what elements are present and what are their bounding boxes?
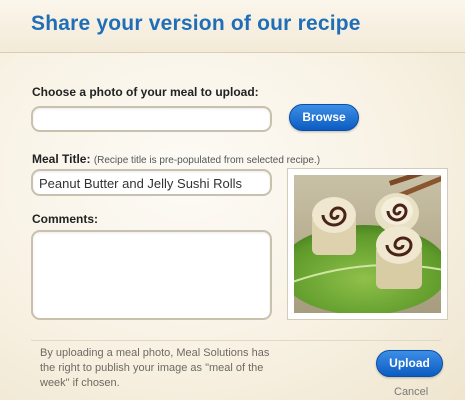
meal-photo xyxy=(294,175,441,313)
upload-button[interactable]: Upload xyxy=(376,350,443,377)
comments-textarea[interactable] xyxy=(31,230,272,320)
browse-button[interactable]: Browse xyxy=(289,104,359,131)
footer-divider xyxy=(31,340,441,341)
upload-label: Choose a photo of your meal to upload: xyxy=(32,85,259,99)
comments-label: Comments: xyxy=(32,212,99,226)
file-path-input[interactable] xyxy=(31,106,272,132)
cancel-link[interactable]: Cancel xyxy=(394,386,428,398)
meal-photo-image xyxy=(294,175,441,313)
photo-preview-frame xyxy=(287,168,448,320)
meal-title-label: Meal Title: (Recipe title is pre-populat… xyxy=(32,152,320,166)
dialog-header: Share your version of our recipe xyxy=(0,0,465,53)
meal-title-value: Peanut Butter and Jelly Sushi Rolls xyxy=(39,176,243,191)
meal-title-hint: (Recipe title is pre-populated from sele… xyxy=(93,155,321,166)
dialog-title: Share your version of our recipe xyxy=(31,12,361,35)
publish-disclaimer: By uploading a meal photo, Meal Solution… xyxy=(40,347,270,389)
meal-title-label-text: Meal Title: xyxy=(32,152,91,166)
meal-title-input[interactable]: Peanut Butter and Jelly Sushi Rolls xyxy=(31,169,272,196)
